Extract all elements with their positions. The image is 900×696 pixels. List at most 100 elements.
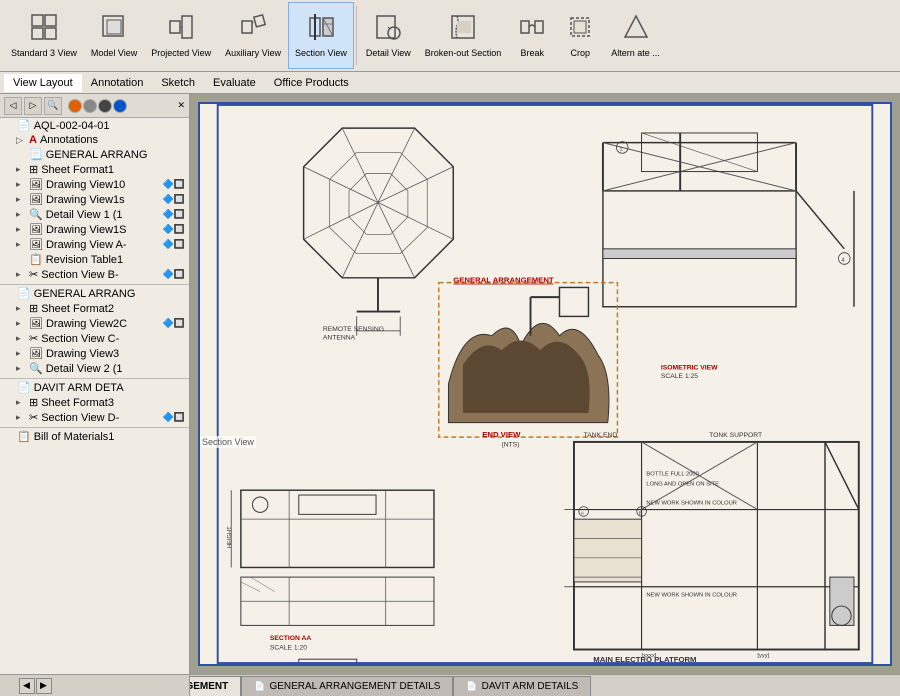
tab-general-arrangement-details[interactable]: 📄 GENERAL ARRANGEMENT DETAILS [241,676,453,696]
alternate-button[interactable]: Altern ate ... [604,2,667,69]
tree-item-sheet-format2[interactable]: ▸ ⊞ Sheet Format2 [0,301,189,316]
svg-text:LONG AND OPEN ON SITE: LONG AND OPEN ON SITE [646,481,719,487]
view-icon5: 🖼 [29,317,43,330]
tree-item-general-arrang[interactable]: 📃 GENERAL ARRANG [0,147,189,162]
detail-icon: 🔍 [29,208,43,221]
tree-item-drawing-view1s2[interactable]: ▸ 🖼 Drawing View1S 🔷🔲 [0,222,189,237]
view-icon3: 🖼 [29,223,43,236]
tree-item-dva-label: Drawing View A- [46,239,127,251]
tree-item-bill-of-materials[interactable]: 📋 Bill of Materials1 [0,427,189,444]
separator1 [356,6,357,65]
detail-icon2: 🔍 [29,362,43,375]
detail-view-button[interactable]: Detail View [359,2,418,69]
auxiliary-view-icon [239,13,267,47]
broken-out-section-icon [449,13,477,47]
sidebar-toolbar: ◁ ▷ 🔍 ✕ [0,94,189,118]
tree-item-section-view-d[interactable]: ▸ ✂ Section View D- 🔷🔲 [0,410,189,425]
tree-item-detail-view2[interactable]: ▸ 🔍 Detail View 2 (1 [0,361,189,376]
sidebar-filter2-btn[interactable] [83,99,97,113]
scroll-right-btn[interactable]: ▶ [36,678,52,694]
svg-text:SCALE 1:25: SCALE 1:25 [661,373,698,380]
sidebar-expand-btn[interactable]: ▷ [24,97,42,115]
svg-text:ANTENNA: ANTENNA [323,335,356,342]
svg-text:HEIGHT: HEIGHT [227,526,233,548]
sidebar-filter4-btn[interactable] [113,99,127,113]
svg-text:[xxxx]: [xxxx] [642,653,657,659]
section-icon: ✂ [29,268,38,281]
crop-button[interactable]: Crop [556,2,604,69]
section-view-button[interactable]: Section View [288,2,354,69]
auxiliary-view-label: Auxiliary View [225,49,281,59]
tree-item-dv2c-label: Drawing View2C [46,318,127,330]
tree-item-drawing-view2c[interactable]: ▸ 🖼 Drawing View2C 🔷🔲 [0,316,189,331]
menu-office-products[interactable]: Office Products [265,74,358,92]
menu-annotation[interactable]: Annotation [82,74,153,92]
sidebar-filter-btn[interactable] [68,99,82,113]
tree-item-bom-label: Bill of Materials1 [34,431,115,443]
tree-item-davit-label: DAVIT ARM DETA [34,382,124,394]
tree-item-sheet-format3[interactable]: ▸ ⊞ Sheet Format3 [0,395,189,410]
svg-text:(NTS): (NTS) [502,442,520,449]
projected-view-button[interactable]: Projected View [144,2,218,69]
tree-item-detail-view1[interactable]: ▸ 🔍 Detail View 1 (1 🔷🔲 [0,207,189,222]
tree-item-drawing-view3[interactable]: ▸ 🖼 Drawing View3 [0,346,189,361]
tree-item-section-view-b[interactable]: ▸ ✂ Section View B- 🔷🔲 [0,267,189,282]
tree-item-annotations[interactable]: ▷ A Annotations [0,133,189,147]
tab-davit-arm-details[interactable]: 📄 DAVIT ARM DETAILS [453,676,591,696]
tree-item-dv10-label: Drawing View10 [46,179,125,191]
tree-item-dv1s2-label: Drawing View1S [46,224,127,236]
tree-item-sheet-format1[interactable]: ▸ ⊞ Sheet Format1 [0,162,189,177]
svg-text:SCALE 1:20: SCALE 1:20 [270,645,307,652]
tree-item-section-view-c[interactable]: ▸ ✂ Section View C- [0,331,189,346]
tree-item-revision-table1[interactable]: 📋 Revision Table1 [0,252,189,267]
detail-view-icon [374,13,402,47]
alternate-label: Altern ate ... [611,49,660,59]
sidebar-search-btn[interactable]: 🔍 [44,97,62,115]
section-icon2: ✂ [29,332,38,345]
sidebar-close-btn[interactable]: ✕ [177,100,185,111]
view-badges: 🔷🔲 [163,179,185,190]
auxiliary-view-button[interactable]: Auxiliary View [218,2,288,69]
model-view-button[interactable]: Model View [84,2,144,69]
standard-3view-button[interactable]: Standard 3 View [4,2,84,69]
model-view-icon [100,13,128,47]
expand-icon: ▸ [16,239,26,250]
section-view-label: Section View [295,49,347,59]
menubar: View Layout Annotation Sketch Evaluate O… [0,72,900,94]
drawing-canvas: Section View [198,102,892,666]
menu-view-layout[interactable]: View Layout [4,74,82,92]
scroll-left-btn[interactable]: ◀ [19,678,35,694]
menu-sketch[interactable]: Sketch [152,74,204,92]
section-view-icon [307,13,335,47]
tree-item-general-arrang2[interactable]: 📄 GENERAL ARRANG [0,284,189,301]
tree-item-aql-label: AQL-002-04-01 [34,120,110,132]
expand-icon: ▸ [16,194,26,205]
tab-ga-details-label: GENERAL ARRANGEMENT DETAILS [269,681,440,692]
sidebar-filter3-btn[interactable] [98,99,112,113]
tab-davit-label: DAVIT ARM DETAILS [482,681,579,692]
tab-doc-icon2: 📄 [254,681,265,692]
expand-icon: ▸ [16,397,26,408]
standard-3view-icon [30,13,58,47]
tree-item-drawing-view10[interactable]: ▸ 🖼 Drawing View10 🔷🔲 [0,177,189,192]
tree-item-annotations-label: Annotations [40,134,98,146]
projected-view-label: Projected View [151,49,211,59]
tree-item-davit-arm[interactable]: 📄 DAVIT ARM DETA [0,378,189,395]
tree-item-drawing-view1s[interactable]: ▸ 🖼 Drawing View1s 🔷🔲 [0,192,189,207]
break-button[interactable]: Break [508,2,556,69]
section-badges: 🔷🔲 [163,269,185,280]
tree-item-aql[interactable]: 📄 AQL-002-04-01 [0,118,189,133]
main-area: ◁ ▷ 🔍 ✕ 📄 AQL-002-04-01 ▷ A Annotations … [0,94,900,674]
tree-item-general-label: GENERAL ARRANG [46,149,148,161]
expand-icon: ▸ [16,179,26,190]
expand-icon: ▸ [16,269,26,280]
tree-item-svb-label: Section View B- [41,269,118,281]
tree-item-drawing-view-a[interactable]: ▸ 🖼 Drawing View A- 🔷🔲 [0,237,189,252]
drawing-area[interactable]: Section View [190,94,900,674]
broken-out-section-button[interactable]: Broken-out Section [418,2,509,69]
sidebar-collapse-btn[interactable]: ◁ [4,97,22,115]
expand-icon: ▸ [16,318,26,329]
menu-evaluate[interactable]: Evaluate [204,74,265,92]
svg-text:NEW WORK SHOWN IN COLOUR: NEW WORK SHOWN IN COLOUR [646,501,737,507]
bom-icon: 📋 [17,430,31,443]
